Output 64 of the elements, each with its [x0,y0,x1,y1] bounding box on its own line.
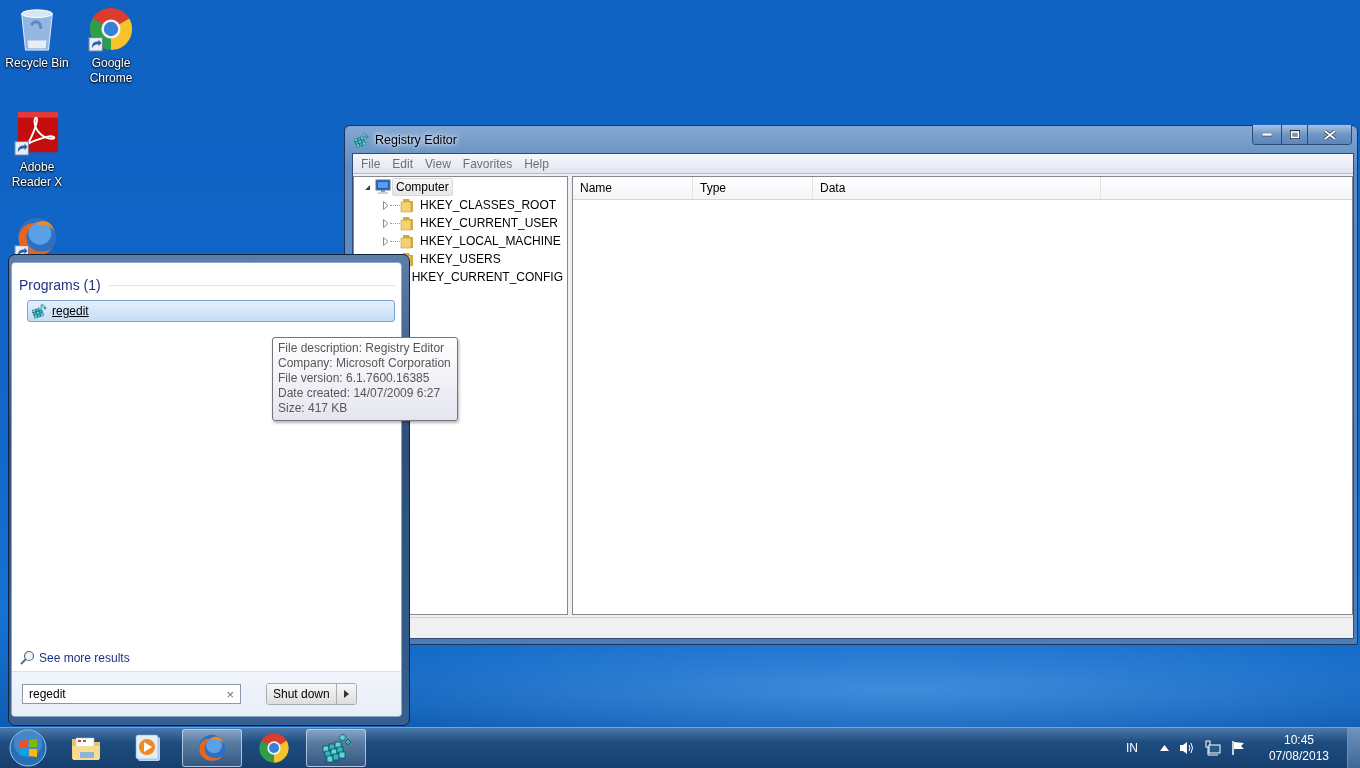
result-label[interactable]: regedit [52,304,89,318]
computer-icon [374,179,392,195]
browser-globe-icon [196,732,228,764]
menu-item[interactable]: Help [518,156,555,171]
shutdown-options-button[interactable] [335,684,356,704]
search-result[interactable]: regedit [27,300,395,322]
show-hidden-icons-icon[interactable] [1159,745,1169,751]
tooltip-line: File version: 6.1.7600.16385 [278,371,431,386]
column-header[interactable]: Data [813,177,1101,199]
tree-item[interactable]: HKEY_CLASSES_ROOT [416,196,561,214]
clock-time: 10:45 [1283,732,1314,748]
network-icon[interactable] [1204,740,1221,756]
taskbar-button[interactable] [306,729,366,767]
menu-item[interactable]: File [355,156,387,171]
browser-icon [258,732,290,764]
clear-button[interactable]: × [226,686,234,702]
tree-item[interactable]: HKEY_USERS [416,250,505,268]
folder-icon [400,233,416,249]
taskbar-button[interactable] [182,729,242,767]
pdf-reader-icon [14,110,60,156]
volume-icon[interactable] [1178,741,1195,755]
tree-item[interactable]: HKEY_CURRENT_CONFIG [407,268,567,286]
column-header[interactable]: Type [693,177,813,199]
registry-icon [320,732,352,764]
registry-icon [353,131,369,148]
tree-item[interactable]: Computer [392,178,453,196]
minimize-icon [1262,132,1272,137]
registry-icon [31,303,47,319]
start-button[interactable] [9,729,47,767]
menu-item[interactable]: Edit [386,156,420,171]
see-more-link[interactable]: See more results [39,651,130,665]
tree-item[interactable]: HKEY_LOCAL_MACHINE [416,232,565,250]
column-header[interactable]: Name [573,177,693,199]
maximize-button[interactable] [1281,125,1307,144]
tooltip-line: Size: 417 KB [278,401,349,416]
expand-arrow-icon[interactable] [382,200,389,210]
collapse-arrow-icon[interactable] [364,183,371,191]
close-icon [1323,129,1336,140]
search-field[interactable]: regedit × [22,684,241,704]
folder-icon [400,197,416,213]
desktop-icon-label[interactable]: Adobe Reader X [4,160,70,190]
expand-arrow-icon[interactable] [382,236,389,246]
tooltip-line: Date created: 14/07/2009 6:27 [278,386,442,401]
caret-icon [343,690,349,698]
search-icon [19,650,35,666]
language-indicator[interactable]: IN [1125,741,1138,755]
clock-date: 07/08/2013 [1268,748,1329,764]
shut-down-button[interactable]: Shut down [267,684,336,704]
flag-icon[interactable] [1230,740,1245,756]
folder-icon [400,215,416,231]
maximize-icon [1289,130,1300,139]
clock[interactable]: 10:45 07/08/2013 [1268,732,1329,764]
menu-item[interactable]: View [419,156,457,171]
desktop-icon-label[interactable]: Recycle Bin [4,56,70,71]
close-button[interactable] [1307,125,1351,144]
tooltip-line: Company: Microsoft Corporation [278,356,451,371]
expand-arrow-icon[interactable] [382,218,389,228]
tree-item[interactable]: HKEY_CURRENT_USER [416,214,563,232]
menu-item[interactable]: Favorites [456,156,519,171]
browser-icon [88,6,134,52]
tooltip-line: File description: Registry Editor [278,341,446,356]
section-heading: Programs (1) [19,277,101,293]
desktop-icon-label[interactable]: Google Chrome [78,56,144,86]
window-title: Registry Editor [375,132,458,147]
